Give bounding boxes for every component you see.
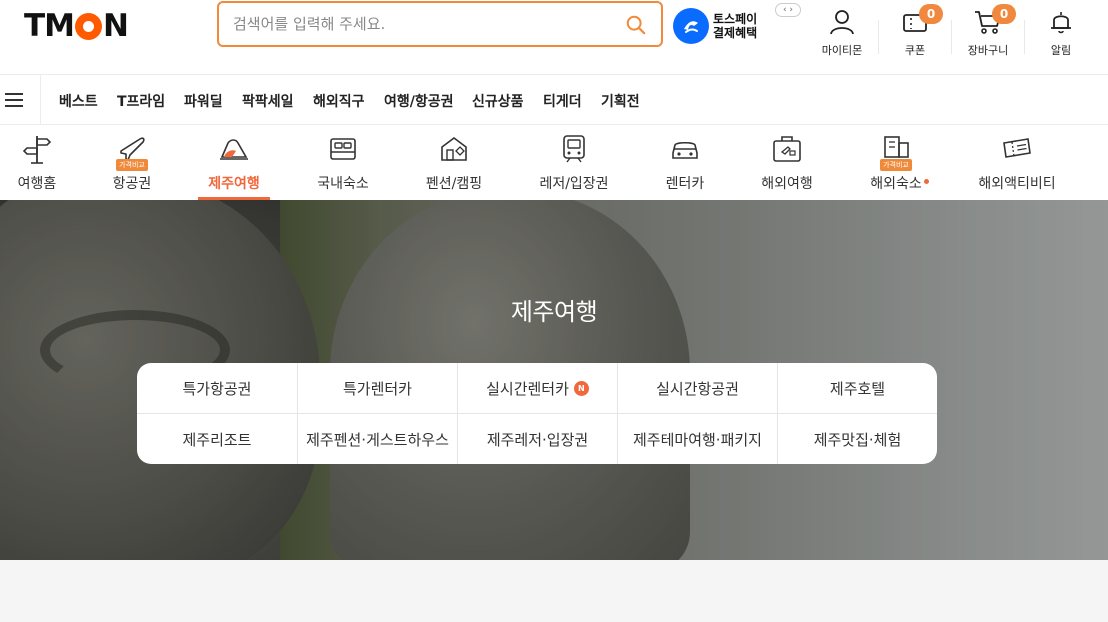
category-rental-car[interactable]: 렌터카: [662, 133, 708, 200]
price-compare-pill: 가격비교: [116, 159, 148, 171]
header: TMN 토스페이 결제혜택 ‹ › 마이티몬: [0, 0, 1108, 74]
user-icon: [830, 10, 854, 35]
header-divider: [1024, 20, 1025, 54]
hero-title: 제주여행: [510, 298, 598, 326]
link-jeju-leisure[interactable]: 제주레저·입장권: [457, 413, 617, 464]
search-input[interactable]: [233, 12, 613, 36]
logo-o-mark: [75, 12, 102, 40]
price-compare-pill: 가격비교: [880, 159, 912, 171]
coupon-label: 쿠폰: [904, 44, 926, 57]
travel-category-bar: 여행홈 가격비교 항공권 제주여행 국내숙소 펜션/캠핑 레저/입장권 렌터카 …: [0, 125, 1108, 200]
nav-item-powerdeal[interactable]: 파워딜: [184, 91, 223, 111]
nav-item-tprime[interactable]: T프라임: [117, 91, 165, 111]
nav-item-sale[interactable]: 팍팍세일: [242, 91, 294, 111]
cart-count-badge: 0: [992, 4, 1016, 24]
category-jeju-travel[interactable]: 제주여행: [198, 133, 270, 200]
search-box[interactable]: [217, 1, 663, 47]
toss-pay-banner[interactable]: 토스페이 결제혜택: [673, 6, 763, 46]
search-icon[interactable]: [625, 14, 647, 36]
category-domestic-stay[interactable]: 국내숙소: [312, 133, 374, 200]
toss-text-line1: 토스페이: [713, 12, 758, 26]
header-divider: [878, 20, 879, 54]
my-tmon-button[interactable]: 마이티몬: [812, 8, 872, 62]
toss-logo-icon: [673, 8, 709, 44]
link-realtime-flights[interactable]: 실시간항공권: [617, 363, 777, 413]
header-divider: [951, 20, 952, 54]
link-jeju-theme-package[interactable]: 제주테마여행·패키지: [617, 413, 777, 464]
link-jeju-hotel[interactable]: 제주호텔: [777, 363, 937, 413]
cart-button[interactable]: 0 장바구니: [958, 4, 1018, 62]
nav-item-new[interactable]: 신규상품: [472, 91, 524, 111]
category-overseas-travel[interactable]: 해외여행: [758, 133, 816, 200]
link-jeju-resort[interactable]: 제주리조트: [137, 413, 297, 464]
new-dot-indicator: [924, 179, 929, 184]
category-overseas-stay[interactable]: 가격비교 해외숙소: [866, 133, 929, 200]
toss-text-line2: 결제혜택: [713, 26, 758, 40]
link-jeju-pension[interactable]: 제주펜션·게스트하우스: [297, 413, 457, 464]
nav-divider: [40, 75, 41, 124]
nav-item-global[interactable]: 해외직구: [313, 91, 365, 111]
nav-item-best[interactable]: 베스트: [59, 91, 98, 111]
suitcase-icon: [773, 136, 801, 162]
content-area: [0, 560, 1108, 622]
category-flights[interactable]: 가격비교 항공권: [104, 133, 160, 200]
jeju-quick-links: 특가항공권 특가렌터카 실시간렌터카 N 실시간항공권 제주호텔 제주리조트 제주…: [137, 363, 937, 464]
house-icon: [441, 137, 467, 161]
ticket-pass-icon: [1003, 138, 1031, 158]
notification-button[interactable]: 알림: [1031, 8, 1091, 62]
coupon-button[interactable]: 0 쿠폰: [885, 4, 945, 62]
category-leisure-tickets[interactable]: 레저/입장권: [534, 133, 614, 200]
category-overseas-activity[interactable]: 해외액티비티: [976, 133, 1058, 200]
car-icon: [672, 141, 698, 159]
tmon-logo[interactable]: TM N: [24, 8, 129, 44]
nav-item-exhibition[interactable]: 기획전: [601, 91, 640, 111]
jeju-hero-banner: 제주여행 특가항공권 특가렌터카 실시간렌터카 N 실시간항공권 제주호텔 제주리…: [0, 200, 1108, 560]
new-badge: N: [573, 380, 589, 396]
my-tmon-label: 마이티몬: [821, 44, 863, 57]
cart-label: 장바구니: [967, 44, 1009, 57]
link-special-flights[interactable]: 특가항공권: [137, 363, 297, 413]
menu-icon[interactable]: [5, 93, 23, 107]
banner-nav-arrows[interactable]: ‹ ›: [775, 3, 801, 17]
coupon-count-badge: 0: [919, 4, 943, 24]
main-nav: 베스트 T프라임 파워딜 팍팍세일 해외직구 여행/항공권 신규상품 티게더 기…: [0, 74, 1108, 125]
bed-icon: [330, 138, 356, 160]
signpost-icon: [22, 136, 52, 164]
link-special-rental[interactable]: 특가렌터카: [297, 363, 457, 413]
category-pension-camping[interactable]: 펜션/캠핑: [420, 133, 488, 200]
link-jeju-food[interactable]: 제주맛집·체험: [777, 413, 937, 464]
nav-item-travel[interactable]: 여행/항공권: [384, 91, 454, 111]
bell-icon: [1051, 12, 1071, 34]
ticket-icon: [563, 135, 585, 163]
nav-item-tgether[interactable]: 티게더: [543, 91, 582, 111]
link-realtime-rental[interactable]: 실시간렌터카 N: [457, 363, 617, 413]
notification-label: 알림: [1050, 44, 1072, 57]
category-travel-home[interactable]: 여행홈: [12, 133, 62, 200]
jeju-stone-icon: [220, 139, 248, 160]
